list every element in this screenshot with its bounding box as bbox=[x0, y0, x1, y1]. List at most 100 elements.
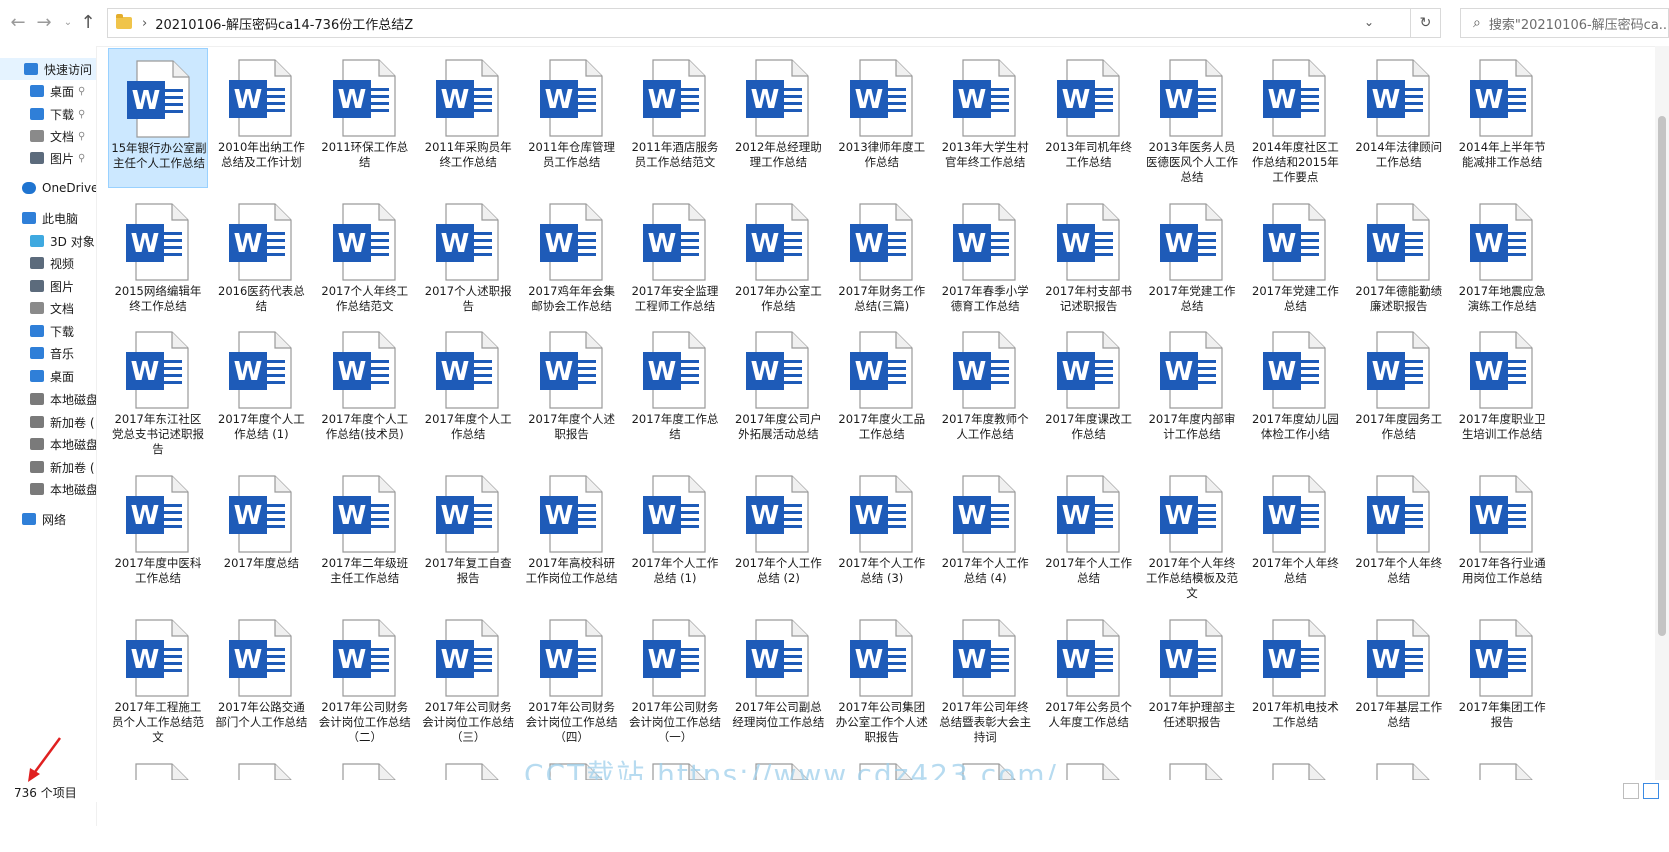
file-item[interactable]: W 2017年公司财务会计岗位工作总结（四） bbox=[522, 608, 622, 748]
file-item[interactable]: W bbox=[315, 752, 415, 780]
file-item[interactable]: W 2017年度内部审计工作总结 bbox=[1142, 320, 1242, 460]
file-item[interactable]: W 2011年酒店服务员工作总结范文 bbox=[625, 48, 725, 188]
pin-icon[interactable]: ⚲ bbox=[78, 109, 85, 120]
sidebar-item[interactable]: 下载 bbox=[0, 320, 96, 342]
file-item[interactable]: W 2017年公司副总经理岗位工作总结 bbox=[728, 608, 828, 748]
sidebar-item[interactable]: 3D 对象 bbox=[0, 230, 96, 252]
file-item[interactable]: W 2017年度个人工作总结(技术员) bbox=[315, 320, 415, 460]
back-arrow-icon[interactable]: ← bbox=[6, 10, 30, 34]
file-item[interactable]: W 2017年度工作总结 bbox=[625, 320, 725, 460]
sidebar-item[interactable]: 图片 ⚲ bbox=[0, 147, 96, 169]
sidebar-item[interactable]: 本地磁盘 bbox=[0, 478, 96, 500]
sidebar-item[interactable]: 视频 bbox=[0, 252, 96, 274]
file-item[interactable]: W 2017年度公司户外拓展活动总结 bbox=[728, 320, 828, 460]
file-item[interactable]: W 2017年个人年终总结 bbox=[1245, 464, 1345, 604]
file-item[interactable]: W 2017年财务工作总结(三篇) bbox=[832, 192, 932, 332]
file-item[interactable]: W 2017年度职业卫生培训工作总结 bbox=[1452, 320, 1552, 460]
file-item[interactable]: W 2017年护理部主任述职报告 bbox=[1142, 608, 1242, 748]
file-item[interactable]: W 2017年集团工作报告 bbox=[1452, 608, 1552, 748]
file-item[interactable]: W bbox=[1349, 752, 1449, 780]
file-item[interactable]: W 2017年个人年终总结 bbox=[1349, 464, 1449, 604]
file-item[interactable]: W 2017年度总结 bbox=[211, 464, 311, 604]
file-item[interactable]: W 2017个人年终工作总结范文 bbox=[315, 192, 415, 332]
breadcrumb-chevron-icon[interactable]: › bbox=[142, 16, 147, 31]
search-input[interactable]: ⌕ 搜索"20210106-解压密码ca... bbox=[1460, 8, 1669, 38]
file-item[interactable]: W 2017年党建工作总结 bbox=[1142, 192, 1242, 332]
file-item[interactable]: W 2010年出纳工作总结及工作计划 bbox=[211, 48, 311, 188]
sidebar-item[interactable]: 图片 bbox=[0, 275, 96, 297]
file-item[interactable]: W 2017年度个人述职报告 bbox=[522, 320, 622, 460]
file-item[interactable]: W 2017年机电技术工作总结 bbox=[1245, 608, 1345, 748]
file-item[interactable]: W 2017年工程施工员个人工作总结范文 bbox=[108, 608, 208, 748]
file-item[interactable]: W 2011年采购员年终工作总结 bbox=[418, 48, 518, 188]
file-item[interactable]: W bbox=[211, 752, 311, 780]
vertical-scrollbar[interactable] bbox=[1655, 46, 1669, 780]
file-item[interactable]: W 2017年春季小学德育工作总结 bbox=[935, 192, 1035, 332]
file-item[interactable]: W 2017年公务员个人年度工作总结 bbox=[1039, 608, 1139, 748]
sidebar-item[interactable]: 音乐 bbox=[0, 342, 96, 364]
file-item[interactable]: W 2017年度个人工作总结 (1) bbox=[211, 320, 311, 460]
file-item[interactable]: W 2017年个人工作总结 bbox=[1039, 464, 1139, 604]
file-item[interactable]: W 2017年度中医科工作总结 bbox=[108, 464, 208, 604]
sidebar-item[interactable]: 快速访问 bbox=[0, 58, 96, 80]
file-item[interactable]: W 2017年度园务工作总结 bbox=[1349, 320, 1449, 460]
file-item[interactable]: W 2017年党建工作总结 bbox=[1245, 192, 1345, 332]
file-item[interactable]: W 2013年司机年终工作总结 bbox=[1039, 48, 1139, 188]
file-item[interactable]: W 2017年地震应急演练工作总结 bbox=[1452, 192, 1552, 332]
file-item[interactable]: W 2017年二年级班主任工作总结 bbox=[315, 464, 415, 604]
pin-icon[interactable]: ⚲ bbox=[78, 86, 85, 97]
sidebar-item[interactable]: 桌面 ⚲ bbox=[0, 80, 96, 102]
file-item[interactable]: W 2013年医务人员医德医风个人工作总结 bbox=[1142, 48, 1242, 188]
file-item[interactable]: W 2017个人述职报告 bbox=[418, 192, 518, 332]
details-view-icon[interactable] bbox=[1623, 783, 1639, 799]
sidebar-item[interactable]: 桌面 bbox=[0, 365, 96, 387]
file-item[interactable]: W 2017年个人工作总结 (3) bbox=[832, 464, 932, 604]
sidebar-item[interactable]: 本地磁盘 bbox=[0, 388, 96, 410]
file-item[interactable]: W 2017年公司财务会计岗位工作总结（三） bbox=[418, 608, 518, 748]
file-item[interactable]: W 2017年度课改工作总结 bbox=[1039, 320, 1139, 460]
file-item[interactable]: W 2017年办公室工作总结 bbox=[728, 192, 828, 332]
file-item[interactable]: W 2015网络编辑年终工作总结 bbox=[108, 192, 208, 332]
file-item[interactable]: W bbox=[1452, 752, 1552, 780]
file-item[interactable]: W 2017年个人年终工作总结模板及范文 bbox=[1142, 464, 1242, 604]
pin-icon[interactable]: ⚲ bbox=[78, 131, 85, 142]
address-bar[interactable]: › 20210106-解压密码ca14-736份工作总结Z ⌄ bbox=[107, 8, 1411, 38]
file-item[interactable]: W 2017年度火工品工作总结 bbox=[832, 320, 932, 460]
breadcrumb-path[interactable]: 20210106-解压密码ca14-736份工作总结Z bbox=[155, 14, 413, 33]
file-item[interactable]: W 2017年公司集团办公室工作个人述职报告 bbox=[832, 608, 932, 748]
sidebar-item[interactable]: 文档 bbox=[0, 297, 96, 319]
file-item[interactable]: W bbox=[418, 752, 518, 780]
file-item[interactable]: W 2017年复工自查报告 bbox=[418, 464, 518, 604]
sidebar-item[interactable]: OneDrive bbox=[0, 177, 96, 199]
file-item[interactable]: W 2014年度社区工作总结和2015年工作要点 bbox=[1245, 48, 1345, 188]
file-item[interactable]: W 2017年公司年终总结暨表彰大会主持词 bbox=[935, 608, 1035, 748]
file-item[interactable]: W 2014年上半年节能减排工作总结 bbox=[1452, 48, 1552, 188]
file-item[interactable]: W 2012年总经理助理工作总结 bbox=[728, 48, 828, 188]
file-item[interactable]: W 2017年个人工作总结 (2) bbox=[728, 464, 828, 604]
file-item[interactable]: W bbox=[108, 752, 208, 780]
file-item[interactable]: W 2017年度教师个人工作总结 bbox=[935, 320, 1035, 460]
file-item[interactable]: W 2017年安全监理工程师工作总结 bbox=[625, 192, 725, 332]
scrollbar-thumb[interactable] bbox=[1658, 116, 1666, 636]
file-item[interactable]: W 2013年大学生村官年终工作总结 bbox=[935, 48, 1035, 188]
sidebar-item[interactable]: 文档 ⚲ bbox=[0, 125, 96, 147]
file-item[interactable]: W 2017年公司财务会计岗位工作总结（一） bbox=[625, 608, 725, 748]
file-item[interactable]: W bbox=[1245, 752, 1345, 780]
forward-arrow-icon[interactable]: → bbox=[32, 10, 56, 34]
file-item[interactable]: W 2016医药代表总结 bbox=[211, 192, 311, 332]
file-item[interactable]: W 2017年德能勤绩廉述职报告 bbox=[1349, 192, 1449, 332]
file-item[interactable]: W 2014年法律顾问工作总结 bbox=[1349, 48, 1449, 188]
up-arrow-icon[interactable]: ↑ bbox=[76, 10, 100, 34]
file-item[interactable]: W 2011年仓库管理员工作总结 bbox=[522, 48, 622, 188]
file-item[interactable]: W 15年银行办公室副主任个人工作总结 bbox=[108, 48, 208, 188]
file-item[interactable]: W 2017年高校科研工作岗位工作总结 bbox=[522, 464, 622, 604]
file-item[interactable]: W 2017年度幼儿园体检工作小结 bbox=[1245, 320, 1345, 460]
sidebar-item[interactable]: 网络 bbox=[0, 508, 96, 530]
file-item[interactable]: W 2011环保工作总结 bbox=[315, 48, 415, 188]
sidebar-item[interactable]: 此电脑 bbox=[0, 207, 96, 229]
sidebar-item[interactable]: 本地磁盘 bbox=[0, 433, 96, 455]
file-item[interactable]: W 2017年各行业通用岗位工作总结 bbox=[1452, 464, 1552, 604]
address-dropdown-icon[interactable]: ⌄ bbox=[1364, 15, 1374, 29]
file-item[interactable]: W 2017年村支部书记述职报告 bbox=[1039, 192, 1139, 332]
pin-icon[interactable]: ⚲ bbox=[78, 153, 85, 164]
